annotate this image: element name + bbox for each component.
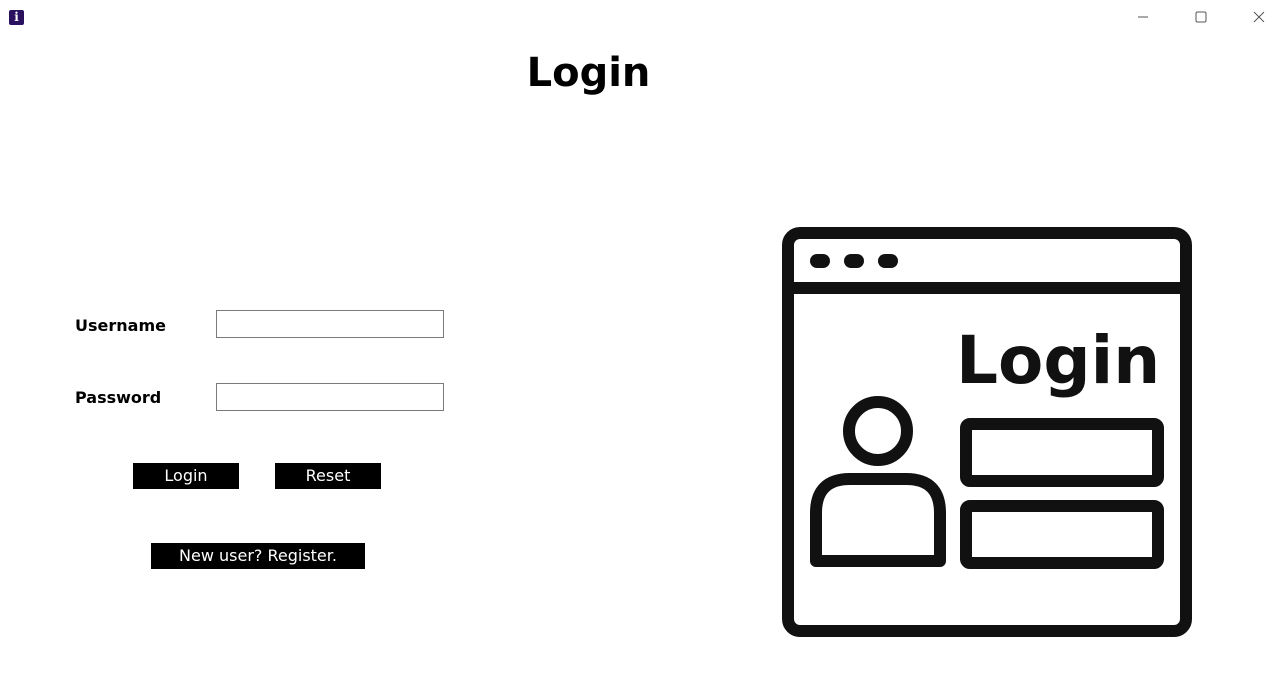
reset-button[interactable]: Reset [275, 463, 381, 489]
browser-dot-1 [810, 254, 830, 268]
browser-dot-3 [878, 254, 898, 268]
username-label: Username [75, 316, 166, 335]
illustration-field-2 [960, 500, 1164, 569]
browser-dot-2 [844, 254, 864, 268]
maximize-icon [1195, 11, 1207, 23]
maximize-button[interactable] [1172, 0, 1230, 34]
username-field[interactable] [216, 310, 444, 338]
password-field[interactable] [216, 383, 444, 411]
illustration-login-text: Login [956, 322, 1160, 399]
app-icon: i [9, 10, 24, 25]
login-window-illustration: Login [782, 227, 1192, 637]
close-icon [1253, 11, 1265, 23]
login-button[interactable]: Login [133, 463, 239, 489]
minimize-button[interactable] [1114, 0, 1172, 34]
minimize-icon [1138, 16, 1148, 18]
close-button[interactable] [1230, 0, 1287, 34]
password-label: Password [75, 388, 162, 407]
user-body-icon [810, 473, 946, 567]
login-window: i Login Username Password Login Reset Ne… [0, 0, 1287, 700]
page-title: Login [526, 50, 651, 96]
illustration-field-1 [960, 418, 1164, 487]
user-head-icon [843, 396, 913, 466]
register-button[interactable]: New user? Register. [151, 543, 365, 569]
